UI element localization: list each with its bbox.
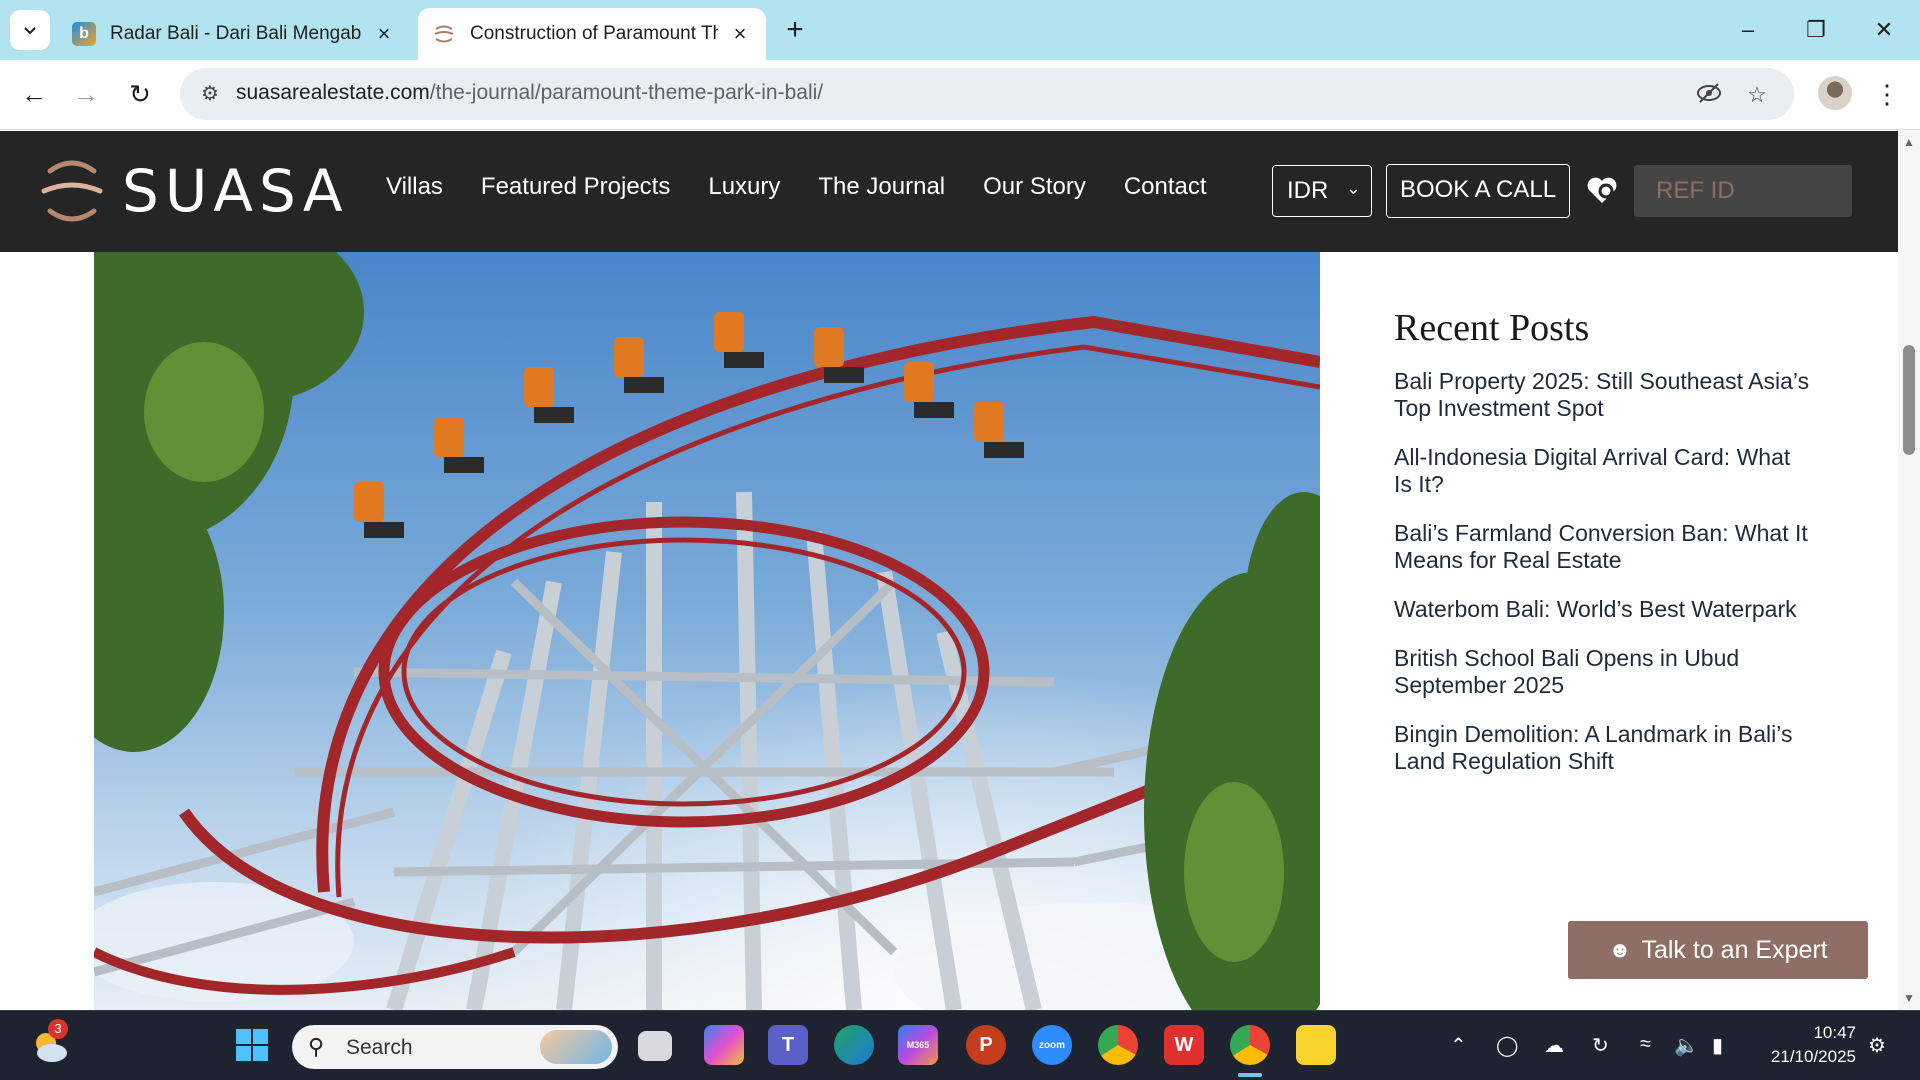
browser-toolbar: ← → ↻ ⚙ suasarealestate.com/the-journal/… <box>0 60 1920 130</box>
bookmark-star-icon[interactable]: ☆ <box>1742 80 1772 110</box>
restore-icon[interactable]: ❐ <box>1794 12 1838 48</box>
tab-close-icon[interactable]: × <box>372 22 396 46</box>
eye-slash-icon[interactable] <box>1694 80 1724 110</box>
cloud-off-icon[interactable]: ☁ <box>1544 1033 1564 1058</box>
tab-paramount-article[interactable]: Construction of Paramount Theme Park in … <box>418 8 766 60</box>
currency-value: IDR <box>1287 177 1329 204</box>
article-hero-image <box>94 252 1320 1010</box>
url-text[interactable]: suasarealestate.com/the-journal/paramoun… <box>236 81 823 105</box>
nav-luxury[interactable]: Luxury <box>708 173 780 201</box>
scroll-thumb[interactable] <box>1903 345 1915 455</box>
nav-our-story[interactable]: Our Story <box>983 173 1086 201</box>
ref-id-input[interactable] <box>1634 165 1852 217</box>
currency-select[interactable]: IDR ⌄ <box>1272 165 1372 217</box>
nav-contact[interactable]: Contact <box>1124 173 1207 201</box>
suasa-icon <box>432 22 456 46</box>
recent-post-link[interactable]: British School Bali Opens in Ubud Septem… <box>1394 645 1814 699</box>
m365-icon[interactable]: M365 <box>898 1025 938 1065</box>
volume-icon[interactable]: 🔈 <box>1674 1033 1699 1058</box>
talk-to-expert-button[interactable]: ☻ Talk to an Expert <box>1568 921 1868 979</box>
site-info-icon[interactable]: ⚙ <box>196 80 224 108</box>
site-header: SUASA Villas Featured Projects Luxury Th… <box>0 131 1898 252</box>
roller-coaster-illustration <box>94 252 1320 1010</box>
favorites-search-icon[interactable] <box>1584 173 1620 209</box>
search-icon: ⚲ <box>308 1034 325 1059</box>
chrome-profile-icon[interactable] <box>1230 1025 1270 1065</box>
chat-bubble-icon: ☻ <box>1608 937 1632 962</box>
windows-taskbar: 3 ⚲ Search T M365 P zoom W ⌃ ◯ ☁ ↻ ≈ 🔈 ▮… <box>0 1010 1920 1080</box>
tab-close-icon[interactable]: × <box>728 22 752 46</box>
powerpoint-icon[interactable]: P <box>966 1025 1006 1065</box>
new-tab-button[interactable]: + <box>778 14 812 48</box>
logo-text: SUASA <box>122 157 349 225</box>
edge-icon[interactable] <box>834 1025 874 1065</box>
profile-avatar[interactable] <box>1818 76 1852 110</box>
sync-icon[interactable]: ◯ <box>1496 1033 1518 1058</box>
teams-icon[interactable]: T <box>768 1025 808 1065</box>
suasa-logo[interactable]: SUASA <box>40 151 349 231</box>
scroll-up-icon[interactable]: ▲ <box>1902 135 1916 149</box>
tab-radar-bali[interactable]: b Radar Bali - Dari Bali Mengabarkan × <box>58 8 410 60</box>
clock-time: 10:47 <box>1813 1023 1856 1042</box>
active-app-indicator <box>1238 1073 1262 1077</box>
weather-badge: 3 <box>48 1019 68 1039</box>
taskbar-search[interactable]: ⚲ Search <box>292 1025 618 1069</box>
close-window-icon[interactable]: ✕ <box>1862 12 1906 48</box>
taskbar-search-label: Search <box>346 1036 413 1059</box>
forward-icon[interactable]: → <box>66 74 106 114</box>
recent-post-link[interactable]: Waterbom Bali: World’s Best Waterpark <box>1394 596 1814 623</box>
refresh-tray-icon[interactable]: ↻ <box>1592 1033 1609 1058</box>
task-view-icon[interactable] <box>638 1031 672 1061</box>
book-a-call-button[interactable]: BOOK A CALL <box>1386 164 1570 218</box>
windows-start-icon[interactable] <box>232 1025 272 1065</box>
page-scrollbar[interactable]: ▲ ▼ <box>1898 131 1920 1010</box>
recent-post-link[interactable]: Bingin Demolition: A Landmark in Bali’s … <box>1394 721 1814 775</box>
show-hidden-icons-chevron-icon[interactable]: ⌃ <box>1450 1033 1467 1058</box>
chevron-down-icon: ⌄ <box>1345 178 1361 198</box>
sticky-notes-icon[interactable] <box>1296 1025 1336 1065</box>
address-bar[interactable]: ⚙ suasarealestate.com/the-journal/paramo… <box>180 68 1794 120</box>
wifi-icon[interactable]: ≈ <box>1640 1033 1651 1056</box>
browser-tab-strip: b Radar Bali - Dari Bali Mengabarkan × C… <box>0 0 1920 60</box>
clock-date: 21/10/2025 <box>1770 1047 1856 1066</box>
suasa-logo-mark-icon <box>41 160 103 222</box>
copilot-icon[interactable] <box>704 1025 744 1065</box>
tab-title: Radar Bali - Dari Bali Mengabarkan <box>110 23 362 44</box>
recent-post-link[interactable]: Bali’s Farmland Conversion Ban: What It … <box>1394 520 1814 574</box>
recent-posts-sidebar: Recent Posts Bali Property 2025: Still S… <box>1394 306 1814 797</box>
chrome-icon[interactable] <box>1098 1025 1138 1065</box>
browser-menu-icon[interactable]: ⋮ <box>1872 74 1902 114</box>
battery-icon[interactable]: ▮ <box>1712 1033 1723 1058</box>
reload-icon[interactable]: ↻ <box>120 74 160 114</box>
back-icon[interactable]: ← <box>14 74 54 114</box>
search-highlight-image <box>540 1030 612 1064</box>
scroll-down-icon[interactable]: ▼ <box>1902 991 1916 1005</box>
main-nav: Villas Featured Projects Luxury The Jour… <box>386 173 1245 201</box>
zoom-icon[interactable]: zoom <box>1032 1025 1072 1065</box>
tab-title: Construction of Paramount Theme Park in … <box>470 23 718 44</box>
taskbar-clock[interactable]: 10:47 21/10/2025 <box>1756 1021 1856 1069</box>
nav-villas[interactable]: Villas <box>386 173 443 201</box>
recent-post-link[interactable]: All-Indonesia Digital Arrival Card: What… <box>1394 444 1814 498</box>
recent-post-link[interactable]: Bali Property 2025: Still Southeast Asia… <box>1394 368 1814 422</box>
recent-posts-heading: Recent Posts <box>1394 307 1590 349</box>
nav-the-journal[interactable]: The Journal <box>818 173 945 201</box>
nav-featured-projects[interactable]: Featured Projects <box>481 173 670 201</box>
notifications-icon[interactable]: ⚙ <box>1868 1033 1886 1058</box>
talk-to-expert-label: Talk to an Expert <box>1641 935 1828 964</box>
wps-office-icon[interactable]: W <box>1164 1025 1204 1065</box>
tab-search-chevron-icon[interactable] <box>10 10 50 50</box>
radar-bali-icon: b <box>72 22 96 46</box>
minimize-icon[interactable]: – <box>1726 12 1770 48</box>
